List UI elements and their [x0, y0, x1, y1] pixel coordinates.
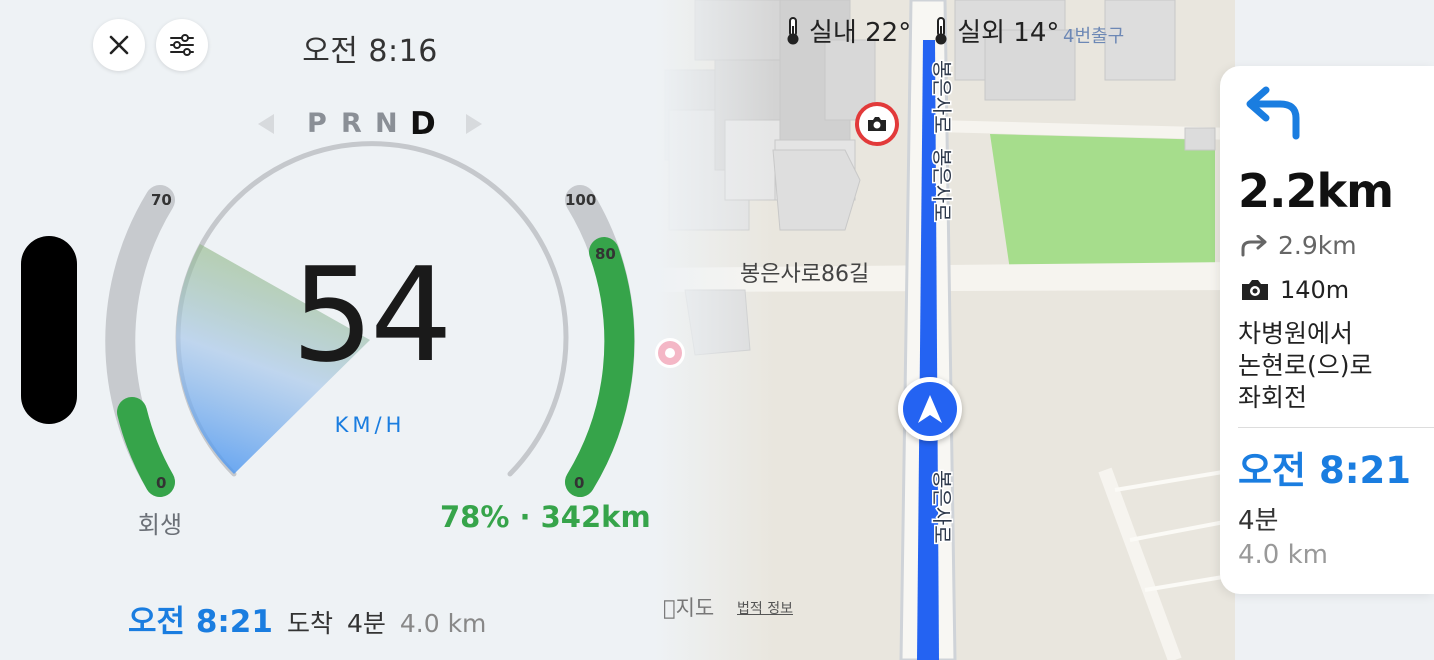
instruction-line: 좌회전	[1238, 383, 1308, 412]
gear-selector: P R N D	[252, 106, 492, 142]
battery-scale-mark: 80	[595, 245, 616, 263]
camera-alert: 140m	[1240, 276, 1349, 304]
gear-n: N	[375, 108, 399, 139]
card-eta: 오전 8:21	[1238, 449, 1411, 492]
card-distance: 4.0 km	[1238, 540, 1328, 570]
gear-d: D	[410, 106, 437, 142]
road-label-mid: 봉은사로	[930, 148, 954, 222]
road-label-top: 봉은사로	[930, 60, 954, 134]
regen-fill	[117, 397, 175, 497]
regen-scale-max: 70	[151, 191, 172, 209]
camera-distance: 140m	[1280, 276, 1350, 304]
side-handle[interactable]	[21, 236, 77, 424]
road-label-low: 봉은사로	[930, 470, 954, 544]
indoor-temp-text: 실내 22°	[809, 18, 912, 48]
next-maneuver-distance: 2.9km	[1278, 231, 1357, 260]
card-duration: 4분	[1238, 506, 1279, 536]
speed-unit: KM/H	[334, 413, 406, 437]
maneuver-card[interactable]: 2.2km 2.9km 140m 차병원에서 논현로(으)로 좌회전 오전 8:…	[1220, 66, 1434, 594]
gear-p: P	[307, 108, 328, 139]
arrival-duration: 4분	[346, 609, 386, 638]
thermometer-icon	[935, 16, 947, 44]
battery-fill	[565, 237, 635, 497]
arrival-distance: 4.0 km	[399, 609, 487, 638]
outdoor-temp: 실외 14°	[933, 12, 1059, 49]
sliders-icon	[170, 34, 194, 56]
arrival-summary[interactable]: 오전 8:21 도착 4분 4.0 km	[128, 596, 487, 640]
next-maneuver: 2.9km	[1240, 231, 1357, 260]
arrival-time: 오전 8:21	[128, 604, 273, 640]
maps-attribution-text: 지도	[663, 596, 715, 620]
close-icon	[109, 35, 129, 55]
street-label: 봉은사로86길	[740, 262, 870, 287]
regen-label: 회생	[137, 511, 183, 539]
maps-attribution: 지도	[663, 592, 714, 622]
subway-exit-label: 4번출구	[1063, 26, 1125, 47]
park-area	[990, 134, 1215, 270]
outdoor-temp-text: 실외 14°	[957, 18, 1060, 48]
turn-right-icon	[1241, 234, 1267, 256]
map-canvas: 봉은사로 봉은사로 봉은사로	[655, 0, 1235, 660]
poi-marker[interactable]	[655, 338, 685, 368]
turn-left-icon	[1246, 86, 1300, 140]
arrival-label: 도착	[286, 609, 333, 638]
map-view[interactable]: 봉은사로 봉은사로 봉은사로 실내 22° 실외 14° 4번출구 봉은사로86…	[655, 0, 1235, 660]
settings-button[interactable]	[156, 19, 208, 71]
camera-icon	[1242, 280, 1268, 300]
thermometer-icon	[787, 16, 799, 44]
divider	[1238, 427, 1434, 428]
temperature-readout: 실내 22° 실외 14°	[785, 12, 1059, 49]
instruction-line: 차병원에서	[1238, 319, 1354, 348]
close-button[interactable]	[93, 19, 145, 71]
regen-scale-min: 0	[156, 474, 167, 492]
poi-icon	[665, 348, 675, 358]
speed-camera-marker[interactable]	[855, 102, 899, 146]
battery-status: 78% · 342km	[440, 500, 651, 534]
navigation-arrow-icon	[918, 395, 942, 423]
battery-scale-max: 100	[565, 191, 597, 209]
legal-link[interactable]: 법적 정보	[737, 598, 793, 618]
current-location-marker	[898, 377, 962, 441]
clock: 오전 8:16	[302, 34, 438, 69]
maneuver-distance: 2.2km	[1238, 164, 1394, 218]
apple-logo-icon: 	[663, 596, 676, 620]
speed-value: 54	[291, 239, 452, 391]
indoor-temp: 실내 22°	[785, 12, 911, 49]
camera-icon	[868, 117, 886, 131]
gear-right-arrow-icon	[466, 114, 482, 134]
gear-r: R	[341, 108, 363, 139]
maneuver-instruction: 차병원에서 논현로(으)로 좌회전	[1238, 318, 1428, 414]
battery-scale-min: 0	[574, 474, 585, 492]
instrument-cluster: 오전 8:16 P R N D 70 0 100 80 0 54 KM/H 회생…	[0, 0, 660, 660]
instruction-line: 논현로(으)로	[1238, 351, 1373, 380]
gear-left-arrow-icon	[258, 114, 274, 134]
